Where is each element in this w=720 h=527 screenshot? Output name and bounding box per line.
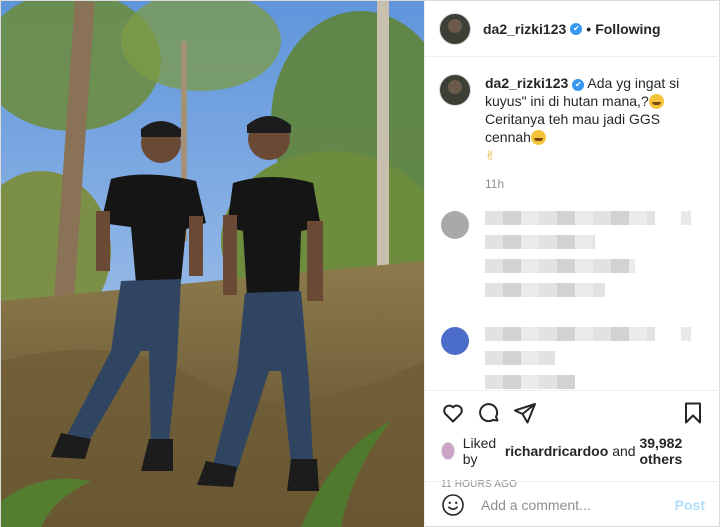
action-icons — [441, 391, 705, 435]
victory-hand-icon: ✌ — [485, 148, 496, 163]
post-button[interactable]: Post — [675, 497, 705, 513]
verified-badge-icon: ✔ — [570, 22, 583, 35]
author-username[interactable]: da2_rizki123 — [483, 21, 566, 37]
grin-emoji-icon-2 — [530, 130, 546, 145]
share-icon[interactable] — [513, 401, 537, 425]
blurred-line — [485, 235, 595, 249]
commenter-avatar[interactable] — [441, 211, 469, 239]
liked-user-link[interactable]: richardricardoo — [505, 443, 608, 459]
post-side-panel: da2_rizki123 ✔ • Following da2_rizki123 ✔… — [424, 1, 720, 527]
likes-summary: Liked by richardricardoo and 39,982 othe… — [441, 435, 705, 467]
caption-verified-badge-icon: ✔ — [572, 79, 585, 91]
liker-avatar[interactable] — [441, 442, 455, 460]
commenter-avatar[interactable] — [441, 327, 469, 355]
caption-line-2: Ceritanya teh mau jadi GGS cennah — [485, 111, 661, 145]
liked-and: and — [612, 443, 636, 459]
caption-username[interactable]: da2_rizki123 — [485, 75, 568, 91]
bookmark-icon[interactable] — [681, 401, 705, 425]
comments-list[interactable]: da2_rizki123 ✔ Ada yg ingat si kuyus" ini… — [425, 58, 720, 390]
blurred-comment — [485, 211, 655, 307]
comment-like-icon[interactable] — [681, 327, 691, 341]
post-dialog: da2_rizki123 ✔ • Following da2_rizki123 ✔… — [0, 0, 720, 527]
heart-icon[interactable] — [441, 401, 465, 425]
blurred-line — [485, 351, 555, 365]
header-separator: • — [586, 20, 592, 37]
liked-count-link[interactable]: 39,982 others — [639, 435, 705, 467]
blurred-comment — [485, 327, 655, 390]
comment-input[interactable] — [481, 497, 675, 513]
blurred-line — [485, 375, 575, 389]
author-avatar[interactable] — [439, 12, 471, 45]
post-photo[interactable] — [1, 1, 424, 527]
caption-avatar[interactable] — [439, 74, 471, 106]
blurred-line — [485, 283, 605, 297]
grin-emoji-icon — [648, 94, 664, 109]
smiley-icon[interactable] — [441, 493, 465, 517]
caption-timestamp[interactable]: 11h — [485, 177, 707, 191]
comment-icon[interactable] — [477, 401, 501, 425]
caption-row: da2_rizki123 ✔ Ada yg ingat si kuyus" ini… — [439, 74, 707, 165]
photo-illustration — [1, 1, 424, 527]
caption-text: da2_rizki123 ✔ Ada yg ingat si kuyus" ini… — [485, 74, 707, 165]
comment-like-icon[interactable] — [681, 211, 691, 225]
following-button[interactable]: Following — [595, 21, 660, 37]
liked-prefix: Liked by — [462, 435, 497, 467]
comment-composer: Post — [425, 481, 720, 527]
comment-row — [439, 211, 707, 307]
comment-row — [439, 327, 707, 390]
post-actions: Liked by richardricardoo and 39,982 othe… — [425, 390, 720, 490]
post-header: da2_rizki123 ✔ • Following — [425, 1, 720, 57]
blurred-line — [485, 327, 655, 341]
blurred-line — [485, 211, 655, 225]
blurred-line — [485, 259, 635, 273]
